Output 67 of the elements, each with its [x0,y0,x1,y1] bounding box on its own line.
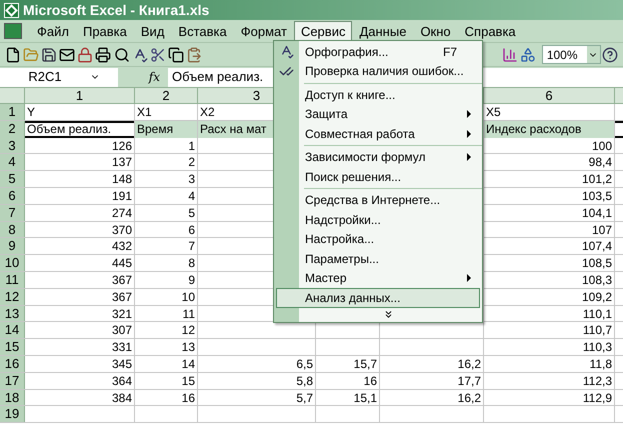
table-cell: 17,7 [458,374,481,388]
table-cell: 445 [112,256,132,270]
table-cell: 112,3 [582,374,612,388]
table-cell: 100 [592,138,612,153]
table-cell: 112,9 [582,390,612,405]
window-title: Microsoft Excel - Книга1.xls [23,0,210,20]
table-cell: 307 [112,323,132,338]
table-cell: 10 [182,290,195,304]
table-cell: Объем реализ. [27,122,112,136]
table-cell: 16 [182,390,195,405]
table-cell: Время [137,122,174,136]
table-cell: 8 [188,256,195,270]
table-cell: X2 [200,105,215,119]
table-cell: 3 [188,172,195,186]
table-cell: X1 [137,105,152,119]
table-cell: 370 [112,222,132,237]
table-cell: 7 [188,239,195,254]
table-cell: 384 [112,390,132,405]
table-cell: 13 [182,340,195,354]
table-cell: 101,2 [582,172,612,186]
table-cell: 367 [112,272,132,287]
table-cell: 110,1 [582,306,612,321]
table-cell: 15,7 [354,356,377,371]
table-cell: 4 [188,188,195,203]
table-cell: 148 [112,172,132,186]
table-cell: 5,7 [296,390,313,405]
table-cell: 345 [112,356,132,371]
table-cell: 1 [188,138,195,153]
table-cell: 98,4 [588,155,612,170]
table-cell: 104,1 [582,206,612,220]
table-cell: Расх на мат [200,122,266,136]
table-cell: Y [27,105,36,119]
table-cell: 321 [112,306,132,321]
table-cell: 107 [592,222,612,237]
table-cell: 9 [188,272,195,287]
table-cell: 15,1 [354,390,377,405]
table-cell: 103,5 [582,188,612,203]
table-cell: 432 [112,239,132,254]
table-cell: X5 [486,105,501,119]
table-cell: Индекс расходов [486,122,582,136]
table-cell: 5,8 [296,374,313,388]
zoom-value: 100% [546,46,579,64]
table-cell: 15 [182,374,195,388]
table-cell: 126 [112,138,132,153]
table-cell: 11,8 [590,356,612,371]
table-cell: 16 [364,374,377,388]
table-cell: 331 [112,340,132,354]
table-cell: 274 [112,206,132,220]
table-cell: 108,3 [582,272,612,287]
table-cell: 108,5 [582,256,612,270]
table-cell: 5 [188,206,195,220]
table-cell: 110,3 [582,340,612,354]
table-cell: 364 [112,374,132,388]
table-cell: 367 [112,290,132,304]
table-cell: 16,2 [458,356,481,371]
table-cell: 12 [182,323,195,338]
table-cell: 107,4 [582,239,612,254]
table-cell: 16,2 [458,390,481,405]
table-cell: 191 [112,188,132,203]
table-cell: 110,7 [582,323,612,338]
table-cell: 2 [188,155,195,170]
table-cell: 109,2 [582,290,612,304]
table-cell: 6,5 [296,356,313,371]
table-cell: 137 [112,155,132,170]
table-cell: 14 [182,356,195,371]
table-cell: 6 [188,222,195,237]
table-cell: 11 [182,306,195,321]
